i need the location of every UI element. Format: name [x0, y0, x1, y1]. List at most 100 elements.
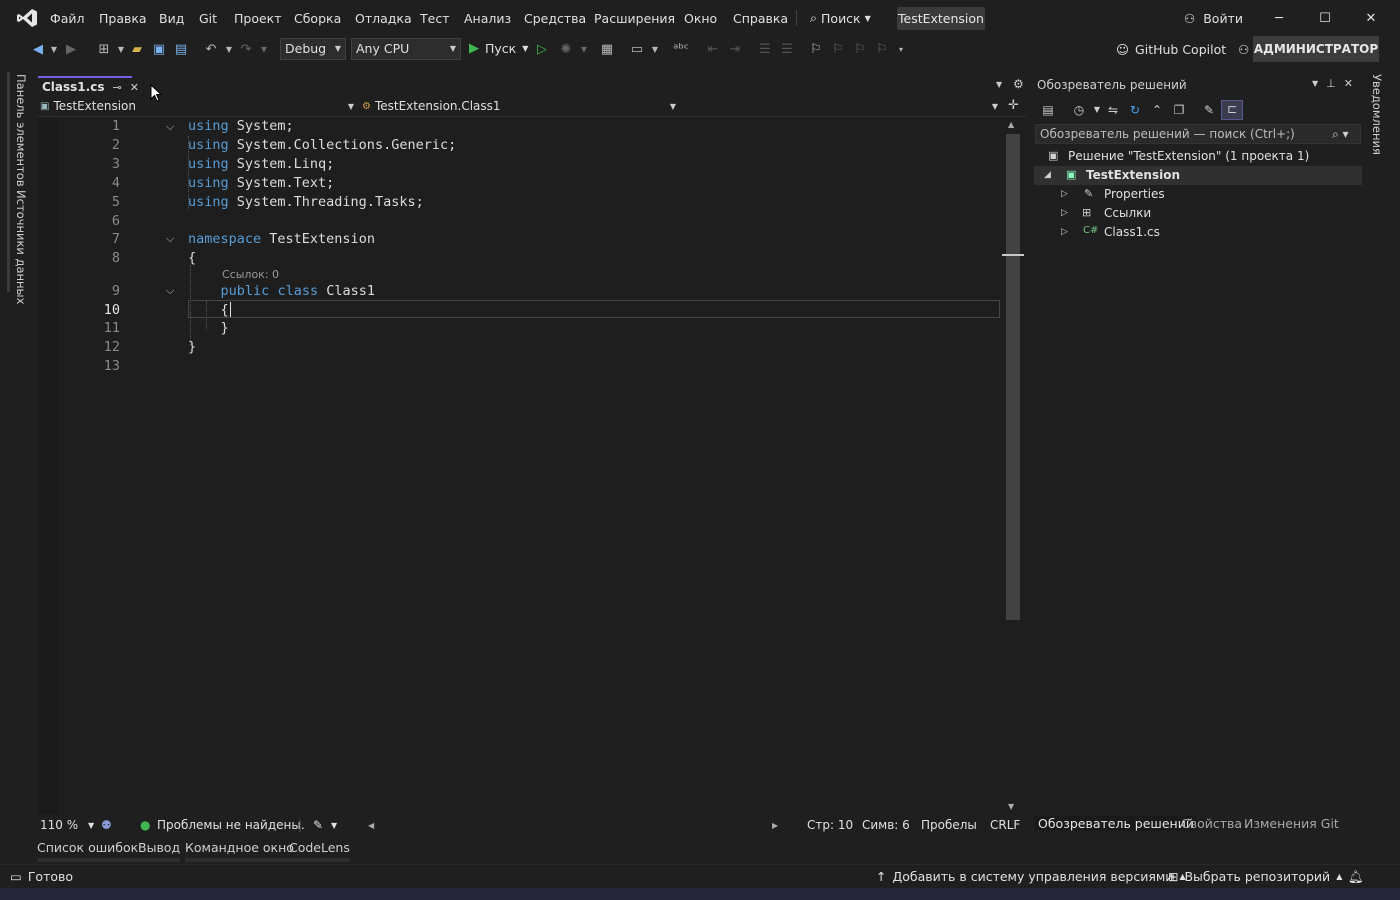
undo-icon[interactable]: ↶ — [203, 42, 219, 58]
tab-output[interactable]: Вывод — [138, 840, 181, 862]
hot-reload-icon[interactable]: ✺ — [558, 42, 574, 58]
back-dropdown-icon[interactable]: ▼ — [46, 42, 62, 58]
menu-tools[interactable]: Средства — [524, 11, 586, 26]
scroll-left-icon[interactable]: ◀ — [368, 821, 374, 830]
collapsed-icon[interactable]: ▷ — [1061, 227, 1068, 237]
redo-icon[interactable]: ↷ — [238, 42, 254, 58]
tab-codelens[interactable]: CodeLens — [289, 840, 350, 862]
step-icon[interactable]: ⇤ — [705, 42, 721, 58]
refresh-icon[interactable]: ↻ — [1127, 102, 1143, 118]
code-line[interactable] — [188, 358, 988, 377]
tree-solution[interactable]: ▣ Решение "TestExtension" (1 проекта 1) — [1034, 147, 1362, 166]
solution-title-badge[interactable]: TestExtension — [897, 7, 985, 30]
menu-window[interactable]: Окно — [684, 11, 717, 26]
history-dropdown-icon[interactable]: ▼ — [1089, 102, 1105, 118]
prev-bookmark-icon[interactable]: ⚐ — [830, 42, 846, 58]
collapse-all-icon[interactable]: ⌃ — [1149, 102, 1165, 118]
data-sources-tab[interactable]: Источники данных — [14, 190, 28, 304]
tab-class1-cs[interactable]: Class1.cs ⊸ ✕ — [38, 76, 139, 96]
hot-reload-dropdown-icon[interactable]: ▼ — [576, 42, 592, 58]
menu-edit[interactable]: Правка — [99, 11, 147, 26]
history-icon[interactable]: ◷ — [1071, 102, 1087, 118]
new-dropdown-icon[interactable]: ▼ — [113, 42, 129, 58]
menu-extensions[interactable]: Расширения — [594, 11, 675, 26]
code-line[interactable]: namespace TestExtension — [188, 231, 988, 250]
tab-solution-explorer[interactable]: Обозреватель решений — [1034, 816, 1198, 831]
step-over-icon[interactable]: ⇥ — [727, 42, 743, 58]
issues-status[interactable]: Проблемы не найдены. — [157, 818, 305, 832]
menu-build[interactable]: Сборка — [294, 11, 341, 26]
code-line[interactable]: using System.Linq; — [188, 156, 988, 175]
tree-item-class1[interactable]: ▷ C# Class1.cs — [1034, 223, 1362, 242]
layout-dropdown-icon[interactable]: ▼ — [647, 42, 663, 58]
scroll-up-icon[interactable]: ▲ — [1008, 120, 1014, 129]
toolbox-tab[interactable]: Панель элементов — [14, 74, 28, 187]
menu-analyze[interactable]: Анализ — [464, 11, 511, 26]
menu-test[interactable]: Тест — [420, 11, 449, 26]
zoom-select[interactable]: 110 % — [40, 818, 78, 832]
menu-view[interactable]: Вид — [159, 11, 184, 26]
close-icon[interactable]: ✕ — [130, 81, 139, 94]
line-indicator[interactable]: Стр: 10 — [807, 818, 853, 832]
code-line[interactable]: using System.Text; — [188, 175, 988, 194]
toolbar-overflow-icon[interactable]: ▾ — [893, 42, 909, 58]
layout-icon[interactable]: ▭ — [629, 42, 645, 58]
code-line[interactable]: } — [188, 339, 988, 358]
clear-bookmarks-icon[interactable]: ⚐ — [874, 42, 890, 58]
scrollbar-thumb[interactable] — [1006, 134, 1020, 620]
tab-list-dropdown-icon[interactable]: ▼ — [996, 80, 1002, 89]
outdent-icon[interactable]: ☰ — [757, 42, 773, 58]
collapsed-icon[interactable]: ▷ — [1061, 189, 1068, 199]
pin-icon[interactable]: ⊸ — [112, 81, 121, 94]
forward-icon[interactable]: ▶ — [63, 42, 79, 58]
tab-properties[interactable]: Свойства — [1181, 816, 1242, 831]
scroll-down-icon[interactable]: ▼ — [1008, 802, 1014, 811]
back-icon[interactable]: ◀ — [30, 42, 46, 58]
chevron-down-icon[interactable]: ▼ — [331, 821, 337, 830]
signin-button[interactable]: ⚇ Войти — [1184, 11, 1243, 26]
notifications-bell-icon[interactable]: 🔔︎ — [1348, 869, 1364, 885]
chevron-down-icon[interactable]: ▼ — [88, 821, 94, 830]
tree-item-properties[interactable]: ▷ ✎ Properties — [1034, 185, 1362, 204]
next-bookmark-icon[interactable]: ⚐ — [852, 42, 868, 58]
column-indicator[interactable]: Симв: 6 — [862, 818, 910, 832]
redo-dropdown-icon[interactable]: ▼ — [256, 42, 272, 58]
fold-toggle-icon[interactable]: ⌵ — [166, 232, 174, 246]
settings-gear-icon[interactable]: ⚙ — [1013, 77, 1024, 91]
start-debugging-button[interactable]: ▶ Пуск ▼ — [469, 41, 528, 56]
save-all-icon[interactable]: ▤ — [173, 42, 189, 58]
spell-check-icon[interactable]: ᵃᵇᶜ — [673, 42, 689, 58]
maximize-button[interactable]: ☐ — [1310, 8, 1340, 30]
sync-icon[interactable]: ⇋ — [1105, 102, 1121, 118]
tab-git-changes[interactable]: Изменения Git — [1244, 816, 1339, 831]
search-icon[interactable]: ⌕ ▾ — [1332, 127, 1349, 142]
menu-project[interactable]: Проект — [234, 11, 282, 26]
split-editor-icon[interactable]: ✛ — [1008, 98, 1019, 113]
scroll-right-icon[interactable]: ▶ — [772, 821, 778, 830]
fold-toggle-icon[interactable]: ⌵ — [166, 120, 174, 134]
type-nav-select[interactable]: ⚙ TestExtension.Class1 ▼ — [362, 97, 680, 116]
save-icon[interactable]: ▣ — [151, 42, 167, 58]
search-button[interactable]: ⌕ Поиск ▼ — [806, 8, 884, 28]
project-nav-select[interactable]: ▣ TestExtension ▼ — [40, 97, 358, 116]
code-line[interactable]: using System; — [188, 118, 988, 137]
bookmark-icon[interactable]: ⚐ — [808, 42, 824, 58]
tree-item-references[interactable]: ▷ ⊞ Ссылки — [1034, 204, 1362, 223]
line-ending-indicator[interactable]: CRLF — [990, 818, 1020, 832]
menu-help[interactable]: Справка — [733, 11, 788, 26]
switch-views-icon[interactable]: ▤ — [1040, 102, 1056, 118]
panel-menu-icon[interactable]: ▼ — [1312, 77, 1318, 91]
expanded-icon[interactable]: ◢ — [1044, 170, 1051, 180]
whitespace-indicator[interactable]: Пробелы — [921, 818, 977, 832]
close-window-button[interactable]: ✕ — [1356, 8, 1386, 30]
solution-configuration-select[interactable]: Debug ▼ — [280, 38, 346, 60]
collapsed-icon[interactable]: ▷ — [1061, 208, 1068, 218]
menu-git[interactable]: Git — [199, 11, 217, 26]
code-line[interactable]: } — [188, 320, 988, 339]
code-line[interactable]: using System.Threading.Tasks; — [188, 194, 988, 213]
code-cleanup-icon[interactable]: ✎ — [313, 818, 323, 832]
close-icon[interactable]: ✕ — [1344, 77, 1353, 91]
undo-dropdown-icon[interactable]: ▼ — [221, 42, 237, 58]
start-without-debugging-icon[interactable]: ▷ — [534, 42, 550, 58]
menu-debug[interactable]: Отладка — [355, 11, 412, 26]
